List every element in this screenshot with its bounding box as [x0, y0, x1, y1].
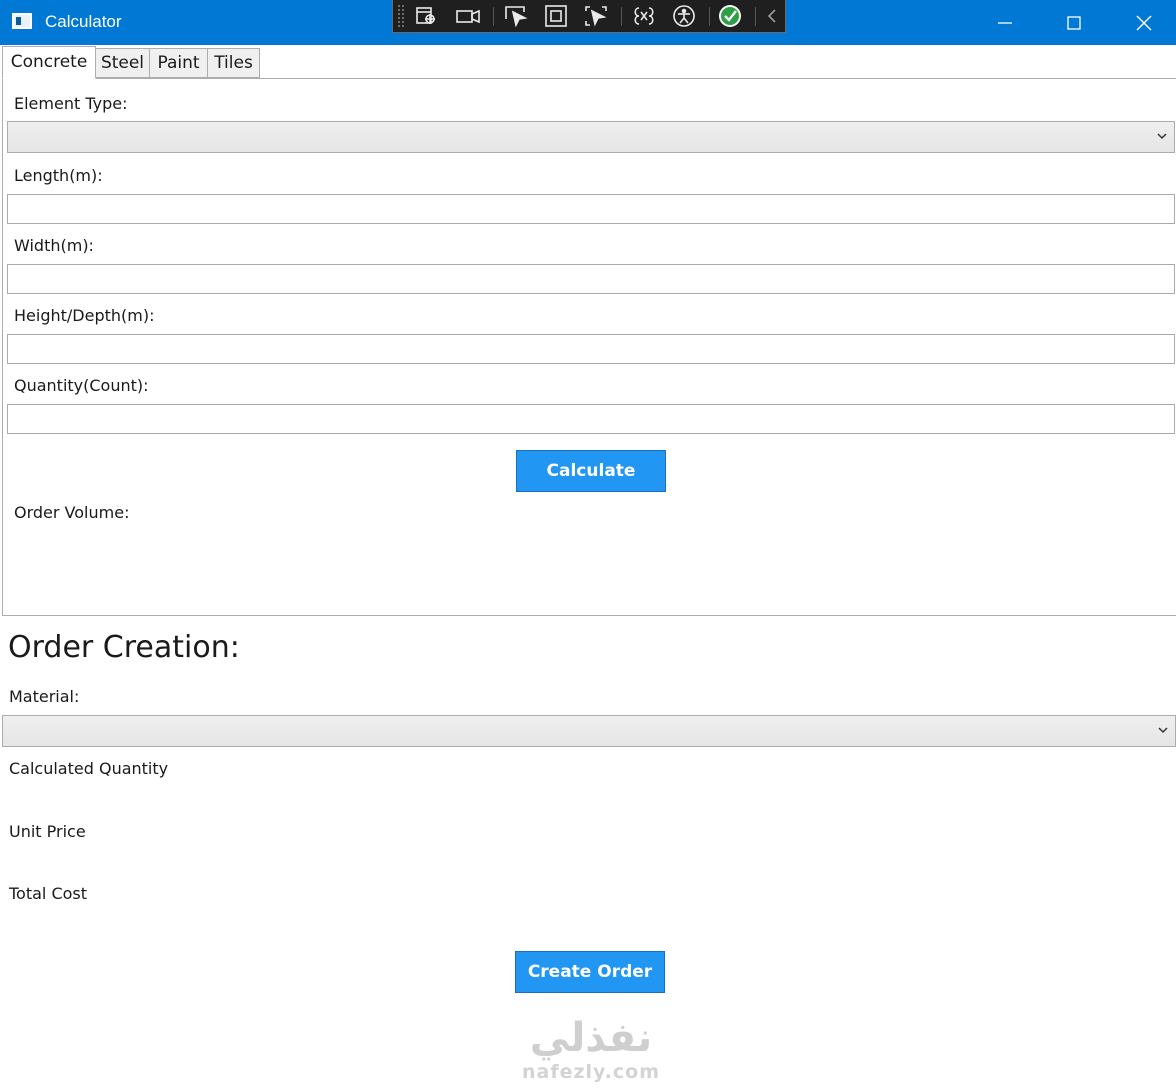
chevron-down-icon	[1158, 727, 1168, 734]
accessibility-icon[interactable]	[671, 4, 697, 28]
collapse-toolbar-icon[interactable]	[761, 4, 787, 28]
length-label: Length(m):	[14, 166, 103, 185]
watermark-logo: نفذلي nafezly.com	[516, 1015, 666, 1090]
window-title: Calculator	[45, 12, 122, 31]
binding-failures-icon[interactable]	[631, 4, 657, 28]
toolbar-grip-icon[interactable]	[397, 4, 405, 28]
length-input[interactable]	[8, 195, 1174, 223]
close-button[interactable]	[1114, 0, 1174, 45]
select-element-icon[interactable]	[503, 4, 529, 28]
element-type-label: Element Type:	[14, 94, 128, 113]
concrete-tab-panel: Element Type: Length(m): Width(m): Heigh…	[2, 78, 1176, 616]
total-cost-label: Total Cost	[9, 884, 88, 903]
width-label: Width(m):	[14, 236, 94, 255]
tab-concrete[interactable]: Concrete	[2, 46, 96, 79]
live-visual-tree-icon[interactable]	[413, 4, 439, 28]
width-field[interactable]	[7, 264, 1175, 294]
material-label: Material:	[9, 687, 80, 706]
unit-price-label: Unit Price	[9, 822, 86, 841]
app-icon	[12, 13, 32, 29]
title-bar[interactable]: Calculator	[0, 0, 1176, 45]
length-field[interactable]	[7, 194, 1175, 224]
check-ok-icon[interactable]	[717, 4, 743, 28]
tab-paint[interactable]: Paint	[149, 48, 208, 78]
height-depth-input[interactable]	[8, 335, 1174, 363]
record-video-icon[interactable]	[455, 4, 481, 28]
minimize-button[interactable]	[975, 0, 1035, 45]
maximize-icon	[1067, 16, 1081, 30]
display-layout-adorners-icon[interactable]	[543, 4, 569, 28]
chevron-down-icon	[1157, 133, 1167, 140]
height-depth-field[interactable]	[7, 334, 1175, 364]
order-creation-heading: Order Creation:	[8, 630, 240, 665]
tab-steel[interactable]: Steel	[95, 48, 150, 78]
order-volume-label: Order Volume:	[14, 503, 130, 522]
tab-tiles[interactable]: Tiles	[207, 48, 260, 78]
close-icon	[1136, 15, 1152, 31]
maximize-button[interactable]	[1044, 0, 1104, 45]
quantity-count-input[interactable]	[8, 405, 1174, 433]
minimize-icon	[998, 22, 1012, 24]
height-depth-label: Height/Depth(m):	[14, 306, 155, 325]
quantity-count-field[interactable]	[7, 404, 1175, 434]
element-type-combobox[interactable]	[7, 121, 1175, 153]
track-focused-element-icon[interactable]	[583, 4, 609, 28]
quantity-count-label: Quantity(Count):	[14, 376, 149, 395]
debug-toolbar	[392, 0, 786, 33]
watermark-arabic-text: نفذلي	[529, 1015, 653, 1061]
material-combobox[interactable]	[2, 715, 1176, 747]
calculated-quantity-label: Calculated Quantity	[9, 759, 169, 778]
watermark-latin-text: nafezly.com	[521, 1061, 661, 1083]
calculate-button[interactable]: Calculate	[516, 450, 666, 492]
create-order-button[interactable]: Create Order	[515, 951, 665, 993]
width-input[interactable]	[8, 265, 1174, 293]
